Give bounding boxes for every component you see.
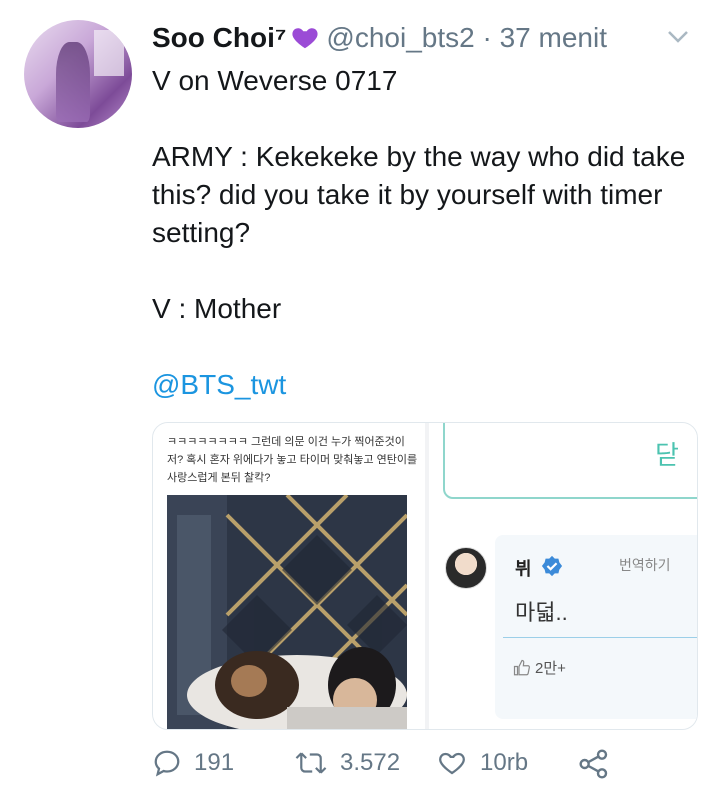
- like-action[interactable]: 10rb: [436, 748, 528, 778]
- selfie-photo: [167, 495, 407, 729]
- author-name[interactable]: Soo Choi⁷: [152, 22, 286, 53]
- tweet-actions: 191 3.572 10rb: [152, 748, 712, 788]
- media-right-panel[interactable]: 닫 뷔 번역하기 마덟.. 2만+ ⋮: [429, 423, 697, 729]
- reply-count: 191: [194, 749, 235, 776]
- reply-like-count: 2만+: [535, 660, 566, 677]
- share-action[interactable]: [578, 748, 622, 780]
- thumbs-up-icon: [513, 659, 530, 675]
- tweet-media[interactable]: ㅋㅋㅋㅋㅋㅋㅋㅋ 그런데 의문 이건 누가 찍어준것이저? 혹시 혼자 위에다가…: [152, 422, 698, 730]
- tweet-body: V on Weverse 0717 ARMY : Kekekeke by the…: [152, 62, 702, 404]
- like-count: 10rb: [480, 749, 529, 776]
- mention-link[interactable]: @BTS_twt: [152, 366, 702, 404]
- reply-name: 뷔: [515, 559, 532, 579]
- retweet-action[interactable]: 3.572: [294, 748, 400, 778]
- retweet-count: 3.572: [340, 749, 401, 776]
- heart-icon: [439, 752, 465, 775]
- verified-icon: [541, 555, 563, 577]
- more-options-icon: ⋮: [691, 659, 697, 676]
- purple-heart-icon: [292, 28, 319, 49]
- v-avatar: [445, 547, 487, 589]
- tweet-line-3: V : Mother: [152, 293, 282, 324]
- reply-text: 마덟..: [515, 600, 568, 625]
- tweet-line-1: V on Weverse 0717: [152, 65, 398, 96]
- teal-glyph: 닫: [655, 440, 679, 470]
- avatar-figure: [56, 42, 90, 122]
- tweet-line-2: ARMY : Kekekeke by the way who did take …: [152, 141, 686, 248]
- media-left-panel[interactable]: ㅋㅋㅋㅋㅋㅋㅋㅋ 그런데 의문 이건 누가 찍어준것이저? 혹시 혼자 위에다가…: [153, 423, 425, 729]
- translate-link: 번역하기: [619, 557, 671, 573]
- reply-likes: 2만+: [513, 657, 566, 678]
- reply-divider: [503, 637, 697, 638]
- author-avatar[interactable]: [24, 20, 132, 128]
- korean-caption: ㅋㅋㅋㅋㅋㅋㅋㅋ 그런데 의문 이건 누가 찍어준것이저? 혹시 혼자 위에다가…: [167, 436, 418, 484]
- reply-icon: [154, 750, 180, 777]
- reply-action[interactable]: 191: [152, 748, 234, 778]
- chevron-down-icon[interactable]: [666, 28, 690, 46]
- author-handle[interactable]: @choi_bts2: [326, 22, 474, 53]
- share-icon: [579, 749, 608, 779]
- retweet-icon: [295, 752, 327, 774]
- tweet-header: Soo Choi⁷ @choi_bts2 · 37 menit: [152, 22, 692, 58]
- separator-dot: ·: [482, 22, 492, 53]
- avatar-window: [94, 30, 124, 76]
- tweet-time[interactable]: 37 menit: [500, 22, 607, 53]
